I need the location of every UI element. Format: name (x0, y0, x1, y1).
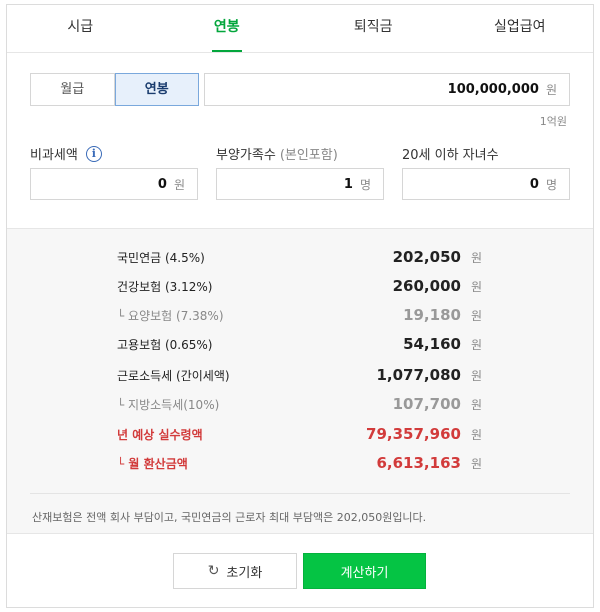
tab-unemployment[interactable]: 실업급여 (447, 5, 594, 52)
result-unit: 원 (470, 428, 482, 442)
reset-label: 초기화 (226, 565, 263, 581)
result-unit: 원 (470, 457, 482, 471)
salary-unit: 원 (545, 83, 557, 97)
pay-type-toggle: 월급 연봉 (30, 73, 199, 106)
result-value: 260,000 (392, 277, 461, 295)
result-value: 1,077,080 (376, 366, 461, 384)
result-label: 건강보험 (3.12%) (117, 279, 213, 294)
tab-annual[interactable]: 연봉 (154, 5, 301, 52)
result-divider (30, 493, 570, 494)
children-label-text: 20세 이하 자녀수 (402, 148, 499, 163)
nontax-unit: 원 (173, 177, 185, 192)
result-unit: 원 (470, 309, 482, 323)
reset-button[interactable]: ↻ 초기화 (173, 553, 297, 589)
children-label: 20세 이하 자녀수 (402, 144, 499, 163)
result-row-longterm-care: └ 요양보험 (7.38%) 19,180 원 (117, 306, 482, 324)
nontax-label: 비과세액 i (30, 144, 102, 163)
salary-hint: 1억원 (539, 115, 567, 128)
result-unit: 원 (470, 280, 482, 294)
calculate-button[interactable]: 계산하기 (303, 553, 426, 589)
salary-calculator: 시급 연봉 퇴직금 실업급여 월급 연봉 100,000,000 원 1억원 비… (6, 4, 594, 608)
result-value: 107,700 (392, 395, 461, 413)
insurance-note: 산재보험은 전액 회사 부담이고, 국민연금의 근로자 최대 부담액은 202,… (32, 511, 427, 524)
dependents-unit: 명 (359, 177, 371, 192)
monthly-button[interactable]: 월급 (30, 73, 115, 106)
result-unit: 원 (470, 338, 482, 352)
result-label: 년 예상 실수령액 (117, 427, 203, 442)
result-row-annual-net: 년 예상 실수령액 79,357,960 원 (117, 425, 482, 443)
salary-input[interactable]: 100,000,000 원 (204, 73, 570, 106)
result-label: └ 요양보험 (7.38%) (117, 308, 224, 323)
result-unit: 원 (470, 398, 482, 412)
result-value: 79,357,960 (366, 425, 461, 443)
dependents-input[interactable]: 1 명 (216, 168, 384, 200)
dependents-label-text: 부양가족수 (216, 148, 276, 163)
refresh-icon: ↻ (207, 563, 220, 579)
result-unit: 원 (470, 251, 482, 265)
dependents-label-sub: (본인포함) (279, 148, 338, 163)
nontax-label-text: 비과세액 (30, 148, 78, 163)
tab-severance[interactable]: 퇴직금 (300, 5, 447, 52)
result-label: └ 월 환산금액 (117, 456, 188, 471)
info-icon[interactable]: i (85, 145, 102, 162)
result-unit: 원 (470, 369, 482, 383)
children-input[interactable]: 0 명 (402, 168, 570, 200)
result-label: └ 지방소득세(10%) (117, 397, 220, 412)
annual-button[interactable]: 연봉 (114, 73, 199, 106)
result-value: 6,613,163 (376, 454, 461, 472)
result-value: 54,160 (403, 335, 461, 353)
result-label: 국민연금 (4.5%) (117, 250, 205, 265)
result-value: 19,180 (403, 306, 461, 324)
children-value: 0 (529, 176, 539, 192)
nontax-input[interactable]: 0 원 (30, 168, 198, 200)
children-unit: 명 (545, 177, 557, 192)
result-label: 고용보험 (0.65%) (117, 337, 213, 352)
result-row-monthly-net: └ 월 환산금액 6,613,163 원 (117, 454, 482, 472)
result-row-employment: 고용보험 (0.65%) 54,160 원 (117, 335, 482, 353)
result-row-pension: 국민연금 (4.5%) 202,050 원 (117, 248, 482, 266)
result-row-income-tax: 근로소득세 (간이세액) 1,077,080 원 (117, 366, 482, 384)
salary-value: 100,000,000 (447, 82, 539, 97)
result-row-health: 건강보험 (3.12%) 260,000 원 (117, 277, 482, 295)
result-panel: 국민연금 (4.5%) 202,050 원 건강보험 (3.12%) 260,00… (7, 228, 593, 534)
calculate-label: 계산하기 (340, 565, 389, 581)
dependents-label: 부양가족수 (본인포함) (216, 144, 338, 163)
tab-bar: 시급 연봉 퇴직금 실업급여 (7, 5, 593, 53)
result-label: 근로소득세 (간이세액) (117, 368, 230, 383)
dependents-value: 1 (343, 176, 353, 192)
nontax-value: 0 (157, 176, 167, 192)
result-value: 202,050 (392, 248, 461, 266)
tab-hourly[interactable]: 시급 (7, 5, 154, 52)
result-row-local-tax: └ 지방소득세(10%) 107,700 원 (117, 395, 482, 413)
